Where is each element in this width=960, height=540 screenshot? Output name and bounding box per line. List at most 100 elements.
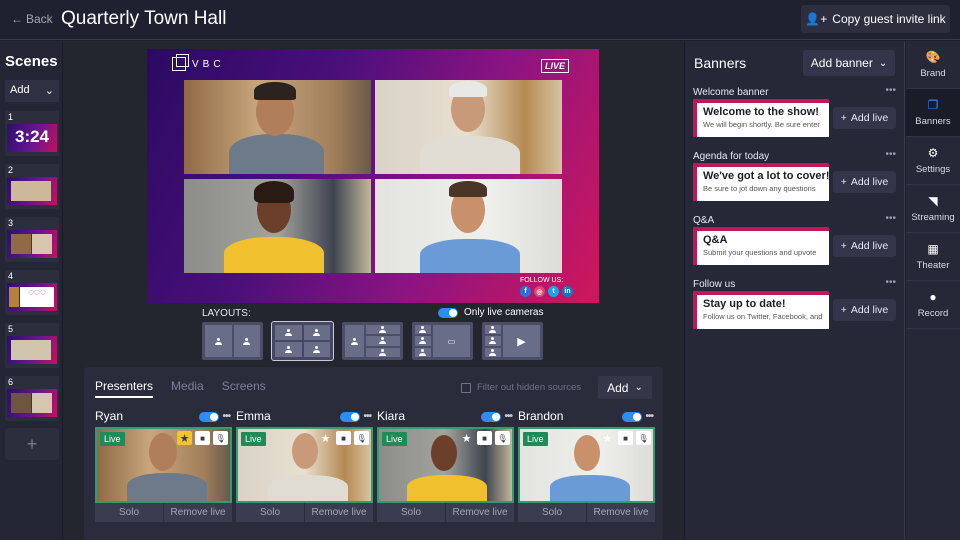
presenter-camera[interactable]: Live ★ ■ 🎙: [95, 427, 232, 503]
scene-add-label: Add: [10, 84, 30, 96]
banner-heading: We've got a lot to cover!: [703, 170, 829, 182]
rail-item-streaming[interactable]: ◥ Streaming: [906, 185, 960, 233]
film-icon: ▦: [927, 242, 939, 256]
add-live-label: Add live: [850, 240, 889, 252]
presenter-visibility-toggle[interactable]: [340, 411, 361, 422]
linkedin-icon: in: [562, 286, 573, 297]
remove-live-button[interactable]: Remove live: [587, 503, 655, 522]
rail-item-brand[interactable]: 🎨 Brand: [906, 41, 960, 89]
scene-number: 6: [8, 377, 14, 387]
rail-item-record[interactable]: ● Record: [906, 281, 960, 329]
scene-add-dropdown[interactable]: Add ⌄: [5, 80, 59, 102]
add-source-dropdown[interactable]: Add ⌄: [598, 376, 652, 399]
filter-hidden-sources[interactable]: Filter out hidden sources: [461, 382, 581, 393]
more-options-icon[interactable]: •••: [645, 411, 653, 422]
presenter-name: Kiara: [377, 409, 406, 423]
camera-icon[interactable]: ■: [195, 431, 210, 445]
presenter-camera[interactable]: Live ★ ■ 🎙: [518, 427, 655, 503]
add-live-button[interactable]: + Add live: [833, 171, 896, 193]
banner-group-label: Q&A: [693, 215, 715, 226]
only-live-toggle[interactable]: [438, 307, 458, 318]
rail-item-banners[interactable]: ❐ Banners: [906, 89, 960, 137]
scene-item[interactable]: 3: [5, 217, 59, 262]
more-options-icon[interactable]: •••: [885, 277, 896, 288]
add-scene-button[interactable]: +: [5, 428, 59, 460]
camera-icon[interactable]: ■: [618, 431, 633, 445]
scene-number: 1: [8, 112, 14, 122]
banner-card[interactable]: Stay up to date! Follow us on Twitter, Fa…: [693, 291, 829, 329]
scene-item[interactable]: 4 ◌◌◌: [5, 270, 59, 315]
camera-icon[interactable]: ■: [477, 431, 492, 445]
remove-live-button[interactable]: Remove live: [305, 503, 373, 522]
chevron-down-icon: ⌄: [634, 382, 643, 393]
countdown-text: 3:24: [14, 127, 50, 146]
solo-button[interactable]: Solo: [518, 503, 587, 522]
presenter-name: Emma: [236, 409, 271, 423]
more-options-icon[interactable]: •••: [363, 411, 371, 422]
add-live-button[interactable]: + Add live: [833, 107, 896, 129]
tab-screens[interactable]: Screens: [222, 379, 266, 398]
rail-label: Streaming: [911, 211, 955, 223]
scene-item[interactable]: 5: [5, 323, 59, 368]
more-options-icon[interactable]: •••: [885, 213, 896, 224]
star-icon[interactable]: ★: [459, 431, 474, 445]
rail-item-settings[interactable]: ⚙ Settings: [906, 137, 960, 185]
copy-invite-button[interactable]: 👤+ Copy guest invite link: [801, 5, 950, 33]
banner-card[interactable]: Welcome to the show! We will begin shortl…: [693, 99, 829, 137]
banner-card[interactable]: Q&A Submit your questions and upvote: [693, 227, 829, 265]
rail-item-theater[interactable]: ▦ Theater: [906, 233, 960, 281]
presenter-camera[interactable]: Live ★ ■ 🎙: [377, 427, 514, 503]
filter-checkbox[interactable]: [461, 382, 471, 393]
layout-media[interactable]: ▶: [482, 322, 543, 360]
more-options-icon[interactable]: •••: [885, 149, 896, 160]
scene-item[interactable]: 1 3:24: [5, 111, 59, 156]
presenter-visibility-toggle[interactable]: [622, 411, 643, 422]
star-icon[interactable]: ★: [318, 431, 333, 445]
layout-main-plus-three[interactable]: [342, 322, 403, 360]
banners-title: Banners: [694, 55, 747, 71]
more-options-icon[interactable]: •••: [504, 411, 512, 422]
add-banner-dropdown[interactable]: Add banner ⌄: [803, 50, 895, 76]
banner-subtext: Follow us on Twitter, Facebook, and: [703, 312, 823, 321]
right-rail: 🎨 Brand ❐ Banners ⚙ Settings ◥ Streaming…: [906, 41, 960, 540]
scene-item[interactable]: 6: [5, 376, 59, 421]
back-button[interactable]: ← Back: [11, 12, 53, 26]
arrow-left-icon: ←: [11, 12, 23, 26]
layout-screen-share[interactable]: ▭: [412, 322, 473, 360]
solo-button[interactable]: Solo: [236, 503, 305, 522]
instagram-icon: ◎: [534, 286, 545, 297]
rail-label: Theater: [916, 259, 950, 271]
scene-number: 3: [8, 218, 14, 228]
solo-button[interactable]: Solo: [95, 503, 164, 522]
add-live-button[interactable]: + Add live: [833, 299, 896, 321]
add-source-label: Add: [607, 380, 629, 395]
remove-live-button[interactable]: Remove live: [446, 503, 514, 522]
layout-grid-four[interactable]: [271, 321, 334, 361]
tab-presenters[interactable]: Presenters: [95, 379, 154, 398]
presenter-visibility-toggle[interactable]: [199, 411, 220, 422]
microphone-icon[interactable]: 🎙: [354, 431, 369, 445]
person-icon: [489, 337, 497, 345]
scene-item[interactable]: 2: [5, 164, 59, 209]
remove-live-button[interactable]: Remove live: [164, 503, 232, 522]
microphone-icon[interactable]: 🎙: [636, 431, 651, 445]
tab-media[interactable]: Media: [171, 379, 204, 398]
banner-card[interactable]: We've got a lot to cover! Be sure to jot …: [693, 163, 829, 201]
stage-video-ryan: [184, 80, 371, 174]
more-options-icon[interactable]: •••: [885, 85, 896, 96]
microphone-icon[interactable]: 🎙: [495, 431, 510, 445]
layout-two-side[interactable]: [202, 322, 263, 360]
add-live-button[interactable]: + Add live: [833, 235, 896, 257]
star-icon[interactable]: ★: [600, 431, 615, 445]
person-icon: [419, 348, 427, 356]
rail-label: Banners: [915, 115, 951, 127]
camera-icon[interactable]: ■: [336, 431, 351, 445]
presenter-visibility-toggle[interactable]: [481, 411, 502, 422]
star-icon[interactable]: ★: [177, 431, 192, 445]
play-icon: ▶: [517, 335, 526, 348]
microphone-icon[interactable]: 🎙: [213, 431, 228, 445]
presenter-camera[interactable]: Live ★ ■ 🎙: [236, 427, 373, 503]
solo-button[interactable]: Solo: [377, 503, 446, 522]
banner-heading: Welcome to the show!: [703, 106, 819, 118]
more-options-icon[interactable]: •••: [222, 411, 230, 422]
